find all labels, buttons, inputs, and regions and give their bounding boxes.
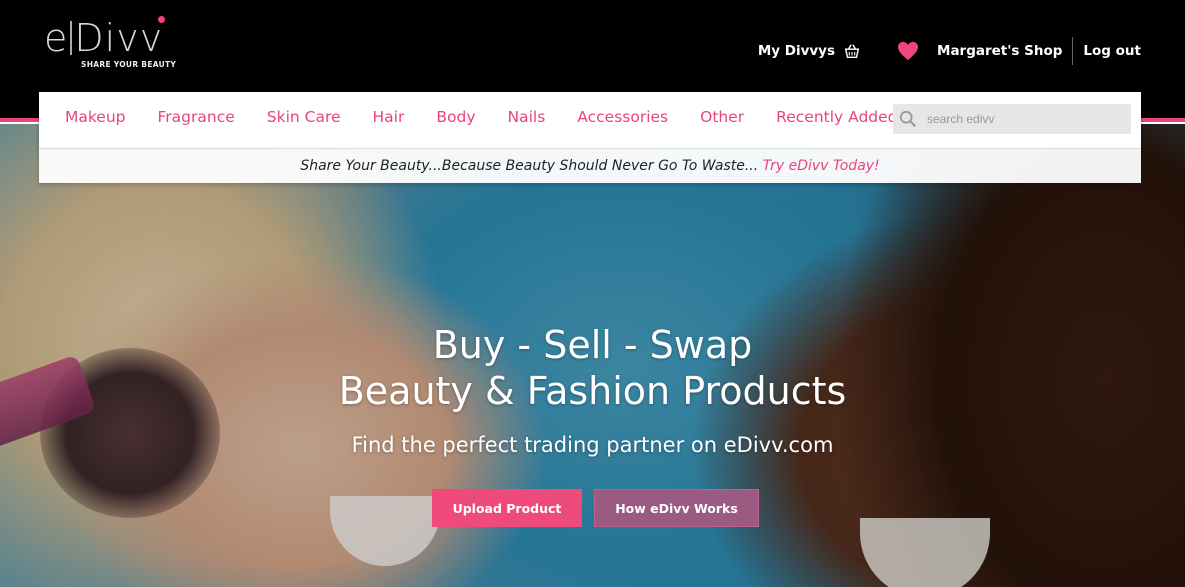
site-logo[interactable]: e Divv SHARE YOUR BEAUTY bbox=[44, 16, 176, 69]
basket-icon bbox=[844, 44, 860, 59]
category-accessories[interactable]: Accessories bbox=[577, 108, 668, 126]
tagline-banner: Share Your Beauty...Because Beauty Shoul… bbox=[39, 148, 1141, 183]
search-icon[interactable] bbox=[899, 110, 917, 128]
category-nails[interactable]: Nails bbox=[508, 108, 546, 126]
logout-link[interactable]: Log out bbox=[1083, 43, 1141, 59]
category-skin-care[interactable]: Skin Care bbox=[267, 108, 341, 126]
my-divvys-link[interactable]: My Divvys bbox=[758, 42, 861, 60]
how-it-works-button[interactable]: How eDivv Works bbox=[594, 489, 759, 527]
category-fragrance[interactable]: Fragrance bbox=[158, 108, 235, 126]
tagline-text: Share Your Beauty...Because Beauty Shoul… bbox=[300, 158, 763, 174]
category-bar: Makeup Fragrance Skin Care Hair Body Nai… bbox=[39, 92, 1141, 148]
heart-icon[interactable] bbox=[897, 41, 919, 61]
category-body[interactable]: Body bbox=[436, 108, 475, 126]
hero-heading-line2: Beauty & Fashion Products bbox=[338, 369, 847, 413]
nav-divider bbox=[1072, 37, 1074, 65]
hero-heading-line1: Buy - Sell - Swap bbox=[432, 323, 753, 367]
logo-tagline: SHARE YOUR BEAUTY bbox=[81, 60, 177, 69]
search-box bbox=[893, 104, 1131, 134]
category-other[interactable]: Other bbox=[700, 108, 744, 126]
shop-link[interactable]: Margaret's Shop bbox=[937, 43, 1062, 59]
account-nav: My Divvys Margaret's Shop Log out bbox=[758, 37, 1141, 65]
search-input[interactable] bbox=[927, 112, 1117, 126]
tagline-cta-link[interactable]: Try eDivv Today! bbox=[763, 158, 880, 174]
hero-subheading: Find the perfect trading partner on eDiv… bbox=[351, 433, 834, 457]
logo-dot bbox=[158, 16, 165, 23]
upload-product-button[interactable]: Upload Product bbox=[432, 489, 582, 527]
category-recently-added[interactable]: Recently Added bbox=[776, 108, 897, 126]
my-divvys-label: My Divvys bbox=[757, 43, 836, 59]
logo-e: e bbox=[44, 16, 69, 60]
category-hair[interactable]: Hair bbox=[373, 108, 405, 126]
category-makeup[interactable]: Makeup bbox=[65, 108, 126, 126]
category-nav: Makeup Fragrance Skin Care Hair Body Nai… bbox=[65, 92, 930, 142]
logo-divv: Divv bbox=[74, 16, 164, 60]
